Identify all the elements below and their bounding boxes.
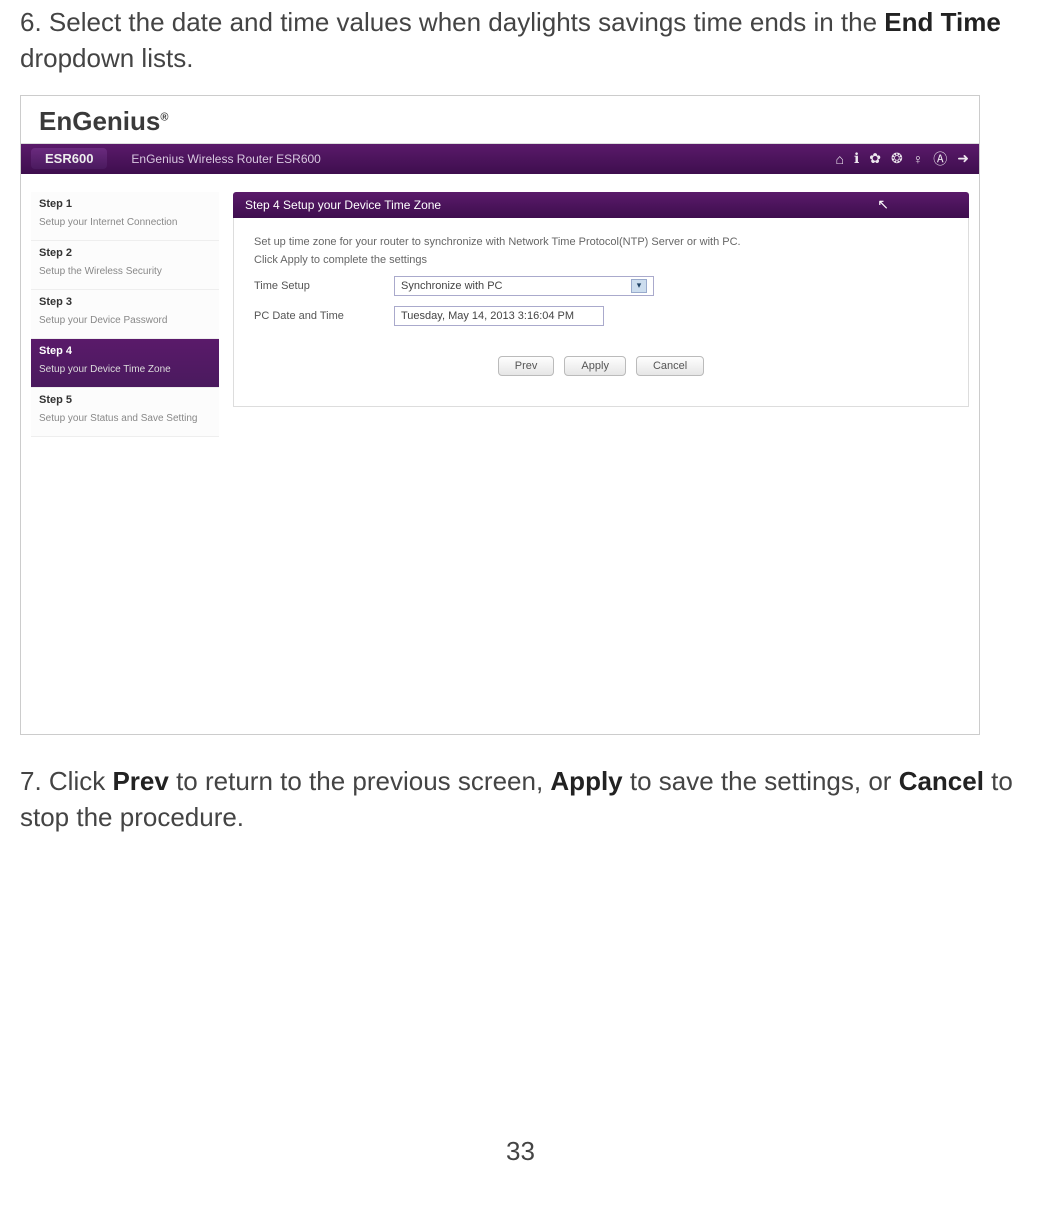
sidebar-step-4[interactable]: Step 4 Setup your Device Time Zone (31, 339, 219, 388)
step-desc: Setup your Status and Save Setting (39, 413, 197, 424)
step-desc: Setup your Internet Connection (39, 217, 177, 228)
brand-logo: EnGenius® (39, 106, 168, 136)
step-desc: Setup your Device Password (39, 315, 167, 326)
globe-icon[interactable]: ❂ (891, 150, 903, 167)
pc-date-time-label: PC Date and Time (254, 310, 394, 322)
model-badge: ESR600 (31, 148, 107, 169)
info-icon[interactable]: ℹ (854, 150, 859, 167)
help-icon[interactable]: ♀ (913, 151, 924, 167)
select-value: Synchronize with PC (401, 280, 503, 292)
apply-button[interactable]: Apply (564, 356, 626, 376)
step-desc: Setup the Wireless Security (39, 266, 162, 277)
step-title: Step 1 (39, 198, 211, 210)
sidebar-step-1[interactable]: Step 1 Setup your Internet Connection (31, 192, 219, 241)
main-panel: Step 4 Setup your Device Time Zone ↖ Set… (219, 192, 969, 724)
router-ui-screenshot: EnGenius® ESR600 EnGenius Wireless Route… (20, 95, 980, 735)
chevron-down-icon: ▾ (631, 279, 647, 293)
step-title: Step 5 (39, 394, 211, 406)
page-number: 33 (20, 1136, 1021, 1197)
time-setup-label: Time Setup (254, 280, 394, 292)
prev-button[interactable]: Prev (498, 356, 555, 376)
router-title: EnGenius Wireless Router ESR600 (131, 152, 835, 166)
button-row: Prev Apply Cancel (254, 356, 948, 376)
step-title: Step 2 (39, 247, 211, 259)
instruction-step-7: 7. Click Prev to return to the previous … (20, 763, 1021, 836)
gear-icon[interactable]: ✿ (869, 150, 881, 167)
time-setup-select[interactable]: Synchronize with PC ▾ (394, 276, 654, 296)
refresh-icon[interactable]: Ⓐ (933, 149, 947, 169)
instruction-step-6: 6. Select the date and time values when … (20, 4, 1021, 77)
step-desc: Setup your Device Time Zone (39, 364, 171, 375)
cancel-button[interactable]: Cancel (636, 356, 704, 376)
pc-date-time-input[interactable]: Tuesday, May 14, 2013 3:16:04 PM (394, 306, 604, 326)
input-value: Tuesday, May 14, 2013 3:16:04 PM (401, 310, 574, 322)
panel-body: Set up time zone for your router to sync… (233, 218, 969, 407)
pc-date-time-row: PC Date and Time Tuesday, May 14, 2013 3… (254, 306, 948, 326)
logout-icon[interactable]: ➜ (957, 150, 969, 167)
sidebar-step-2[interactable]: Step 2 Setup the Wireless Security (31, 241, 219, 290)
sidebar-step-3[interactable]: Step 3 Setup your Device Password (31, 290, 219, 339)
cursor-icon: ↖ (877, 196, 889, 213)
panel-header: Step 4 Setup your Device Time Zone ↖ (233, 192, 969, 218)
sidebar-step-5[interactable]: Step 5 Setup your Status and Save Settin… (31, 388, 219, 437)
home-icon[interactable]: ⌂ (836, 151, 844, 167)
topbar-icons: ⌂ ℹ ✿ ❂ ♀ Ⓐ ➜ (836, 149, 970, 169)
panel-instruction-2: Click Apply to complete the settings (254, 254, 948, 266)
step-title: Step 4 (39, 345, 211, 357)
wizard-sidebar: Step 1 Setup your Internet Connection St… (31, 192, 219, 724)
step-title: Step 3 (39, 296, 211, 308)
brand-bar: EnGenius® (21, 96, 979, 144)
top-nav-bar: ESR600 EnGenius Wireless Router ESR600 ⌂… (21, 144, 979, 174)
time-setup-row: Time Setup Synchronize with PC ▾ (254, 276, 948, 296)
panel-instruction-1: Set up time zone for your router to sync… (254, 236, 948, 248)
